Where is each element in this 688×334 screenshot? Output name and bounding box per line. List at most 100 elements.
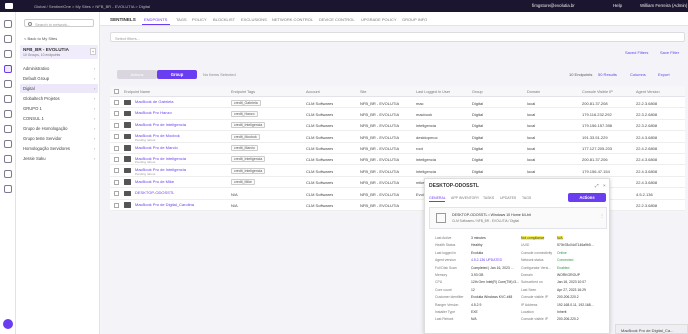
endpoint-tag[interactable]: credit_Marcio	[231, 145, 259, 152]
user-menu[interactable]: William Ferreira (Admin)	[640, 3, 687, 8]
back-to-sites-link[interactable]: < Back to My Sites	[24, 36, 57, 41]
endpoint-name-link[interactable]: MacBook Pro de Mike	[135, 179, 174, 184]
reports-icon[interactable]	[4, 155, 12, 163]
endpoint-tag[interactable]: credit_Mocbok	[231, 133, 260, 140]
panel-actions-button[interactable]: Actions	[568, 193, 606, 202]
tab-group-info[interactable]: GROUP INFO	[402, 17, 427, 22]
bell-icon[interactable]	[4, 110, 12, 118]
panel-tab-tags[interactable]: TAGS	[522, 196, 531, 200]
tab-blocklist[interactable]: BLOCKLIST	[213, 17, 235, 22]
network-icon[interactable]	[4, 80, 12, 88]
incidents-icon[interactable]	[4, 50, 12, 58]
group-button[interactable]: Group	[157, 70, 197, 79]
tab-exclusions[interactable]: EXCLUSIONS	[241, 17, 267, 22]
save-filter-link[interactable]: Save Filter	[660, 50, 679, 55]
actions-button[interactable]: Actions	[117, 70, 157, 79]
col-site[interactable]: Site	[360, 90, 367, 94]
table-row[interactable]: MacBook Pro de Inteligencia Pending reboo…	[110, 153, 685, 166]
endpoint-tag[interactable]: credit_Inteligencia	[231, 122, 266, 129]
columns-dropdown[interactable]: Columns	[630, 72, 646, 77]
col-agent-version[interactable]: Agent Version	[636, 90, 660, 94]
add-group-button[interactable]: +	[90, 48, 96, 55]
sidebar-item-administrativo[interactable]: Administrativo ›	[20, 64, 98, 73]
panel-tab-general[interactable]: GENERAL	[429, 196, 446, 200]
col-group[interactable]: Group	[472, 90, 483, 94]
sidebar-item-jessie-saku[interactable]: Jessie Saku ›	[20, 154, 98, 163]
minimized-window[interactable]: MacBook Pro de Digital_Ca...	[615, 324, 688, 334]
table-row[interactable]: MacBook Pro Hanzo credit_Hanzo CLM Softwar…	[110, 108, 685, 120]
more-icon[interactable]: ⋮	[600, 213, 604, 218]
col-endpoint-name[interactable]: Endpoint Name	[124, 90, 150, 94]
col-console-ip[interactable]: Console Visible IP	[582, 90, 613, 94]
row-checkbox[interactable]	[114, 191, 119, 197]
search-icon[interactable]	[4, 35, 12, 43]
endpoint-tag[interactable]: credit_Hanzo	[231, 110, 258, 117]
endpoint-tag[interactable]: credit_Inteligencia	[231, 156, 266, 163]
endpoint-name-link[interactable]: MacBook Pro de Digital_Carolina	[135, 202, 194, 207]
sidebar-search-input[interactable]: Search in network...	[24, 19, 94, 27]
tab-upgrade-policy[interactable]: UPGRADE POLICY	[361, 17, 397, 22]
table-row[interactable]: MacBook Pro de Inteligencia credit_Inteli…	[110, 119, 685, 132]
endpoint-tag[interactable]: credit_Inteligencia	[231, 167, 266, 174]
endpoint-name-link[interactable]: MacBook Pro Hanzo	[135, 110, 172, 115]
col-last-user[interactable]: Last Logged In User	[416, 90, 450, 94]
panel-tab-app-inventory[interactable]: APP INVENTORY	[451, 196, 479, 200]
row-checkbox[interactable]	[114, 179, 119, 185]
breadcrumb[interactable]: Global / SentinelOne > My Sites > NFB_BR…	[34, 4, 150, 9]
shield-icon[interactable]	[4, 95, 12, 103]
table-row[interactable]: MacBook Pro de Mocbok Pending reboot credi…	[110, 131, 685, 143]
row-checkbox[interactable]	[114, 111, 119, 117]
col-endpoint-tags[interactable]: Endpoint Tags	[231, 90, 255, 94]
settings-icon[interactable]	[4, 185, 12, 193]
tab-policy[interactable]: POLICY	[192, 17, 207, 22]
col-account[interactable]: Account	[306, 90, 320, 94]
export-dropdown[interactable]: Export	[658, 72, 670, 77]
row-checkbox[interactable]	[114, 168, 119, 174]
endpoint-name-link[interactable]: MacBook de Gabriela	[135, 99, 173, 104]
endpoint-tag[interactable]: credit_Gabriela	[231, 99, 261, 106]
dashboard-icon[interactable]	[4, 20, 12, 28]
sentinelone-logo-icon[interactable]	[5, 3, 13, 9]
chat-bubble-icon[interactable]	[3, 319, 13, 329]
help-link[interactable]: Help	[613, 3, 622, 8]
sentinels-icon[interactable]	[4, 65, 12, 73]
tab-network-control[interactable]: NETWORK CONTROL	[272, 17, 313, 22]
tab-endpoints[interactable]: ENDPOINTS	[144, 17, 167, 22]
tab-tags[interactable]: TAGS	[176, 17, 187, 22]
expand-icon[interactable]: ⤢	[595, 183, 600, 188]
row-checkbox[interactable]	[114, 202, 119, 208]
table-row[interactable]: MacBook Pro de Marcio credit_Marcio CLM So…	[110, 142, 685, 154]
sidebar-item-default-group[interactable]: Default Group ›	[20, 74, 98, 83]
row-checkbox[interactable]	[114, 122, 119, 128]
row-checkbox[interactable]	[114, 145, 119, 151]
selected-site[interactable]: NFB_BR - EVOLUTIA 10 Groups, 10 endpoint…	[20, 45, 98, 59]
tab-device-control[interactable]: DEVICE CONTROL	[319, 17, 355, 22]
endpoint-name-link[interactable]: DESKTOP-ODOSSTL	[135, 190, 175, 195]
close-icon[interactable]: ×	[603, 183, 608, 188]
col-domain[interactable]: Domain	[527, 90, 540, 94]
sidebar-item-grupo-1[interactable]: GRUPO 1 ›	[20, 104, 98, 113]
endpoint-name-link[interactable]: MacBook Pro de Inteligencia	[135, 122, 186, 127]
sidebar-item-grupo-teste-servidor[interactable]: Grupo teste Servidor ›	[20, 134, 98, 143]
endpoint-tag[interactable]: credit_Mike	[231, 179, 255, 186]
activity-icon[interactable]	[4, 170, 12, 178]
select-all-checkbox[interactable]	[114, 89, 119, 94]
panel-tab-updates[interactable]: UPDATES	[500, 196, 516, 200]
ranger-icon[interactable]	[4, 140, 12, 148]
sidebar-item-globaltech[interactable]: Globaltech Projetos ›	[20, 94, 98, 103]
tenant-label[interactable]: fimgstore@evolutia.br	[532, 3, 575, 8]
endpoint-name-link[interactable]: MacBook Pro de Marcio	[135, 145, 178, 150]
sidebar-item-digital[interactable]: Digital ›	[20, 84, 98, 93]
table-row[interactable]: MacBook de Gabriela credit_Gabriela CLM So…	[110, 97, 685, 109]
sidebar-item-consul-1[interactable]: CONSUL 1 ›	[20, 114, 98, 123]
row-checkbox[interactable]	[114, 100, 119, 105]
row-checkbox[interactable]	[114, 134, 119, 140]
results-per-page-dropdown[interactable]: 50 Results	[598, 72, 617, 77]
sidebar-item-grupo-homologacao[interactable]: Grupo de Homologação ›	[20, 124, 98, 133]
table-row[interactable]: MacBook Pro de Inteligencia Pending reboo…	[110, 165, 685, 177]
sidebar-item-homologacao-servidores[interactable]: Homologação Servidores ›	[20, 144, 98, 153]
row-checkbox[interactable]	[114, 156, 119, 162]
visibility-icon[interactable]	[4, 125, 12, 133]
filter-input[interactable]: Select filters...	[110, 32, 685, 42]
panel-tab-tasks[interactable]: TASKS	[483, 196, 494, 200]
